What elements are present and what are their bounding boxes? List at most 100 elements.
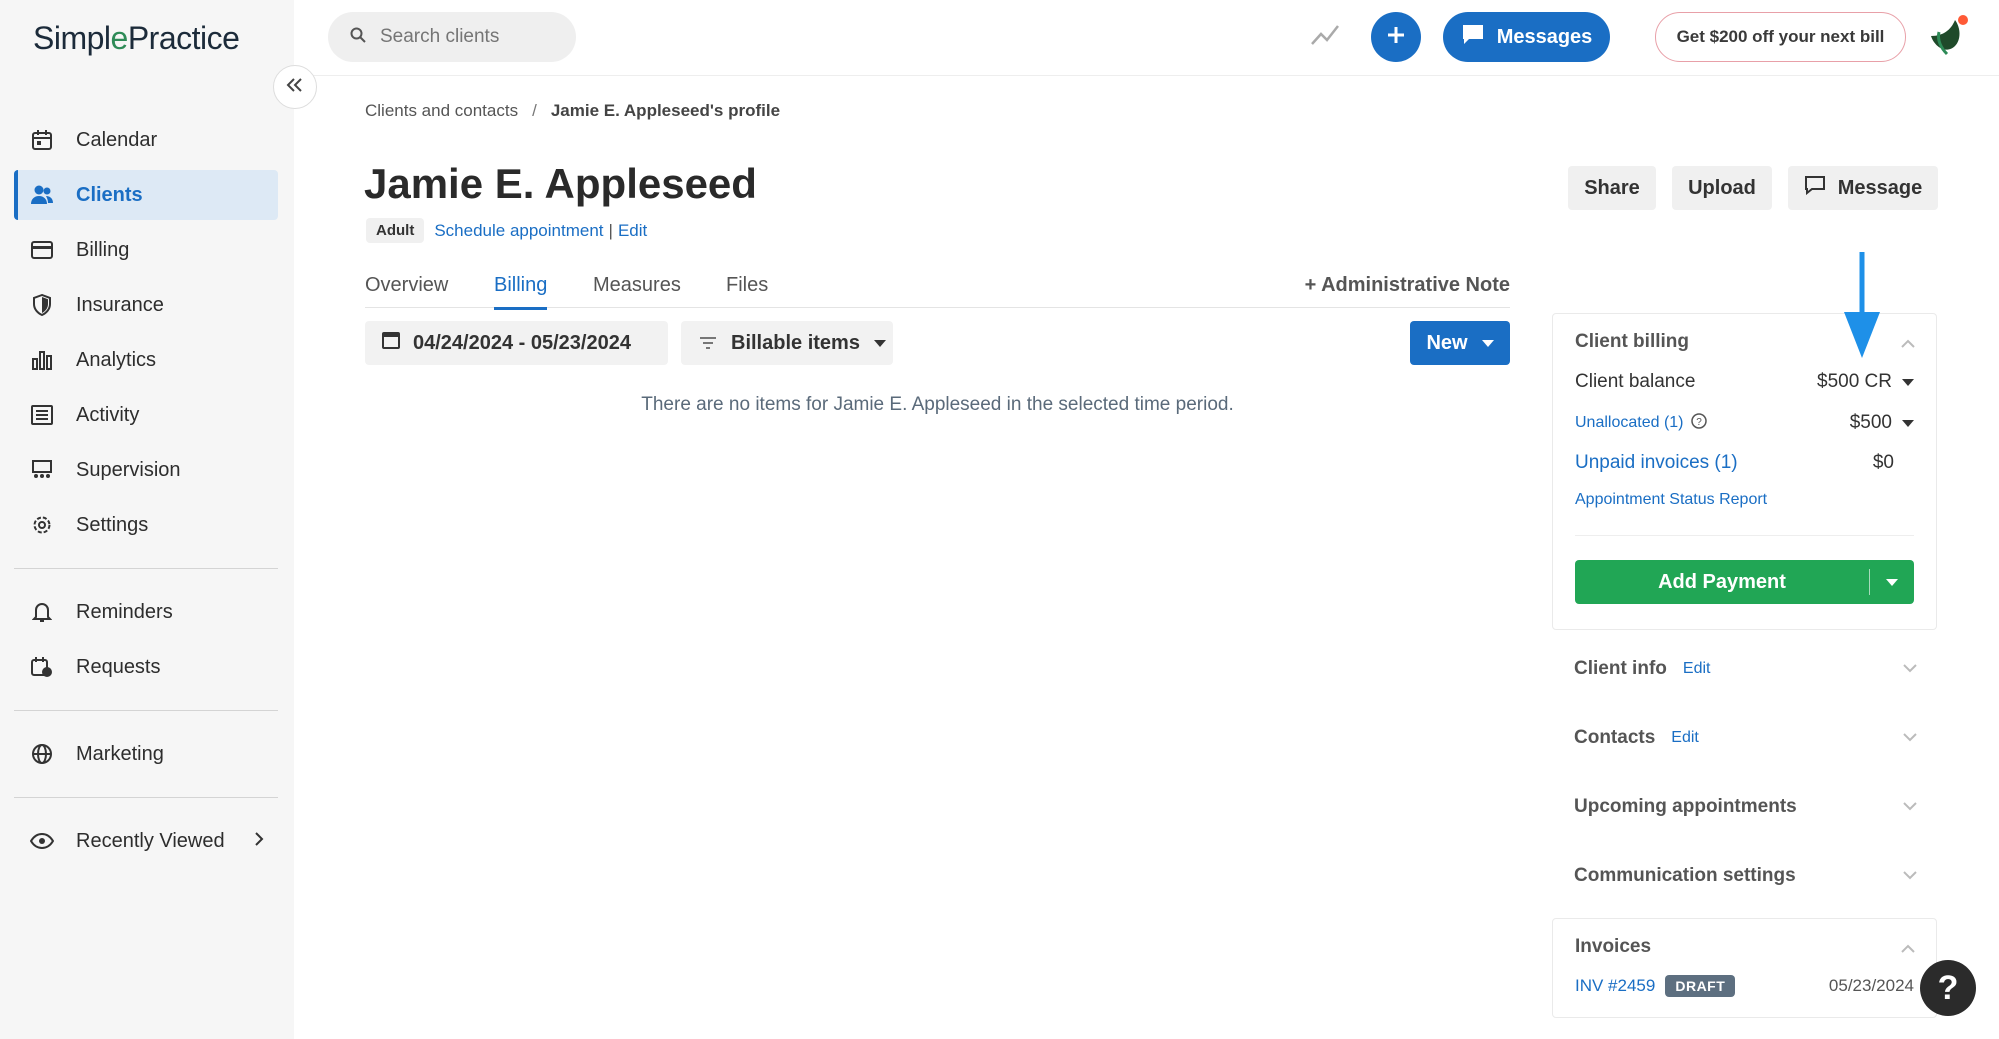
unpaid-invoices-value: $0 xyxy=(1872,452,1894,473)
invoice-number-link[interactable]: INV #2459 xyxy=(1575,976,1655,996)
add-payment-button[interactable]: Add Payment xyxy=(1575,560,1914,604)
invoice-row: INV #2459 DRAFT 05/23/2024 xyxy=(1575,975,1914,997)
sidebar-item-requests[interactable]: Requests xyxy=(14,642,278,692)
help-circle-icon: ? xyxy=(1690,412,1707,434)
chevron-down-icon xyxy=(1902,798,1918,816)
sidebar-item-supervision[interactable]: Supervision xyxy=(14,445,278,495)
chevron-up-icon[interactable] xyxy=(1900,941,1916,959)
unpaid-invoices-link[interactable]: Unpaid invoices (1) xyxy=(1575,452,1738,474)
sidebar-item-recently-viewed[interactable]: Recently Viewed xyxy=(14,816,278,866)
new-button[interactable]: New xyxy=(1410,321,1510,365)
communication-settings-title: Communication settings xyxy=(1574,865,1796,886)
client-info-section[interactable]: Client info Edit xyxy=(1574,658,1918,680)
globe-icon xyxy=(30,742,54,766)
invoices-header[interactable]: Invoices xyxy=(1575,936,1914,958)
add-payment-label: Add Payment xyxy=(1658,570,1786,593)
unallocated-link[interactable]: Unallocated (1) ? xyxy=(1575,412,1707,434)
unpaid-invoices-row: Unpaid invoices (1) $0 xyxy=(1575,452,1914,474)
sidebar-item-insurance[interactable]: Insurance xyxy=(14,280,278,330)
client-info-edit-link[interactable]: Edit xyxy=(1683,660,1711,678)
divider xyxy=(14,797,278,798)
edit-client-link[interactable]: Edit xyxy=(618,221,647,241)
sidebar-item-billing[interactable]: Billing xyxy=(14,225,278,275)
tab-files[interactable]: Files xyxy=(726,274,768,307)
search-bar[interactable] xyxy=(328,12,576,62)
billable-items-filter[interactable]: Billable items xyxy=(681,321,893,365)
avatar[interactable] xyxy=(1925,14,1969,58)
calendar-icon xyxy=(381,330,413,356)
upcoming-appointments-title: Upcoming appointments xyxy=(1574,796,1797,817)
calendar-icon xyxy=(30,128,54,152)
breadcrumb-separator: / xyxy=(532,101,537,120)
client-type-badge: Adult xyxy=(366,218,425,243)
sidebar-item-label: Insurance xyxy=(76,293,164,316)
promo-button[interactable]: Get $200 off your next bill xyxy=(1655,12,1906,62)
messages-label: Messages xyxy=(1496,25,1593,48)
gear-icon xyxy=(30,513,54,537)
unallocated-dropdown[interactable]: $500 xyxy=(1850,412,1914,434)
divider xyxy=(14,568,278,569)
card-icon xyxy=(30,238,54,262)
sidebar-item-label: Clients xyxy=(76,183,143,206)
messages-button[interactable]: Messages xyxy=(1443,12,1610,62)
trend-icon[interactable] xyxy=(1310,22,1340,51)
report-row: Appointment Status Report xyxy=(1575,491,1914,509)
tab-measures[interactable]: Measures xyxy=(593,274,681,307)
add-button[interactable] xyxy=(1371,12,1421,62)
date-range-picker[interactable]: 04/24/2024 - 05/23/2024 xyxy=(365,321,668,365)
collapse-sidebar-button[interactable] xyxy=(273,65,317,109)
empty-state-message: There are no items for Jamie E. Applesee… xyxy=(641,394,1234,415)
sidebar-item-activity[interactable]: Activity xyxy=(14,390,278,440)
message-button-label: Message xyxy=(1837,176,1923,199)
comment-icon xyxy=(1804,175,1838,201)
sidebar-nav: Calendar Clients Billing Insurance Analy… xyxy=(14,115,278,871)
contacts-title: Contacts xyxy=(1574,727,1656,748)
chevron-down-icon xyxy=(1902,729,1918,747)
sidebar-item-reminders[interactable]: Reminders xyxy=(14,587,278,637)
sidebar-item-analytics[interactable]: Analytics xyxy=(14,335,278,385)
sidebar-item-label: Reminders xyxy=(76,600,173,623)
search-input[interactable] xyxy=(380,26,560,48)
filter-label: Billable items xyxy=(731,331,860,354)
sidebar-item-label: Calendar xyxy=(76,128,158,151)
search-icon xyxy=(350,27,366,48)
eye-icon xyxy=(30,829,54,853)
chat-icon xyxy=(1461,23,1497,51)
draft-badge: DRAFT xyxy=(1665,975,1736,997)
share-button[interactable]: Share xyxy=(1568,166,1656,210)
sidebar-item-label: Billing xyxy=(76,238,130,261)
message-button[interactable]: Message xyxy=(1788,166,1938,210)
sidebar-item-label: Supervision xyxy=(76,458,181,481)
upcoming-appointments-section[interactable]: Upcoming appointments xyxy=(1574,796,1918,818)
sidebar-item-label: Marketing xyxy=(76,742,164,765)
administrative-note-button[interactable]: + Administrative Note xyxy=(1305,274,1510,297)
client-balance-dropdown[interactable]: $500 CR xyxy=(1817,371,1914,393)
appointment-status-report-link[interactable]: Appointment Status Report xyxy=(1575,491,1767,509)
tab-billing[interactable]: Billing xyxy=(494,274,548,310)
plus-icon xyxy=(1386,25,1406,50)
add-payment-dropdown[interactable] xyxy=(1870,578,1914,586)
help-button[interactable]: ? xyxy=(1920,960,1976,1016)
invoices-title: Invoices xyxy=(1575,936,1652,957)
chevron-up-icon[interactable] xyxy=(1900,336,1916,354)
contacts-edit-link[interactable]: Edit xyxy=(1671,729,1699,747)
client-balance-row: Client balance $500 CR xyxy=(1575,371,1914,393)
communication-settings-section[interactable]: Communication settings xyxy=(1574,865,1918,887)
contacts-section[interactable]: Contacts Edit xyxy=(1574,727,1918,749)
client-balance-value: $500 CR xyxy=(1817,371,1892,392)
sidebar-item-clients[interactable]: Clients xyxy=(14,170,278,220)
tab-overview[interactable]: Overview xyxy=(365,274,448,307)
sidebar-item-settings[interactable]: Settings xyxy=(14,500,278,550)
new-button-label: New xyxy=(1426,331,1468,354)
topbar-divider xyxy=(294,75,1999,76)
sidebar-item-calendar[interactable]: Calendar xyxy=(14,115,278,165)
sidebar-item-marketing[interactable]: Marketing xyxy=(14,729,278,779)
upload-button[interactable]: Upload xyxy=(1672,166,1772,210)
logo[interactable]: SimplePractice xyxy=(33,20,240,57)
divider xyxy=(1575,535,1914,536)
unallocated-value: $500 xyxy=(1849,412,1892,433)
breadcrumb-current: Jamie E. Appleseed's profile xyxy=(550,101,781,120)
schedule-appointment-link[interactable]: Schedule appointment xyxy=(434,221,603,241)
breadcrumb: Clients and contacts / Jamie E. Appleseed'… xyxy=(365,101,780,121)
breadcrumb-parent-link[interactable]: Clients and contacts xyxy=(365,101,518,120)
